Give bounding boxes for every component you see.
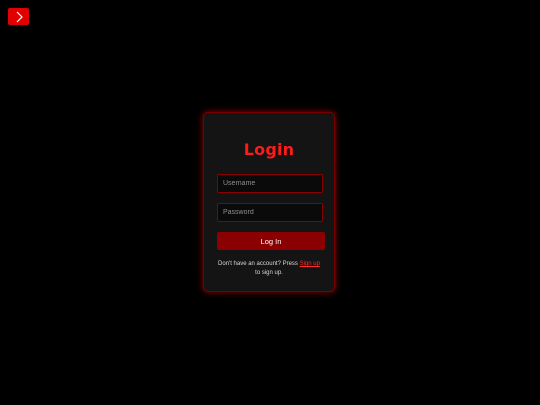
- username-input[interactable]: [217, 174, 323, 193]
- login-page: Login Log In Don't have an account? Pres…: [0, 0, 540, 405]
- menu-toggle-button[interactable]: [8, 8, 29, 25]
- password-input[interactable]: [217, 203, 323, 222]
- signup-note-suffix: to sign up.: [255, 270, 283, 276]
- chevron-right-icon: [14, 11, 24, 23]
- login-button[interactable]: Log In: [217, 232, 325, 250]
- signup-note: Don't have an account? Press Sign up to …: [212, 260, 326, 278]
- login-card: Login Log In Don't have an account? Pres…: [203, 112, 335, 292]
- login-title: Login: [243, 140, 295, 159]
- signup-link[interactable]: Sign up: [300, 261, 320, 267]
- signup-note-prefix: Don't have an account? Press: [218, 261, 300, 267]
